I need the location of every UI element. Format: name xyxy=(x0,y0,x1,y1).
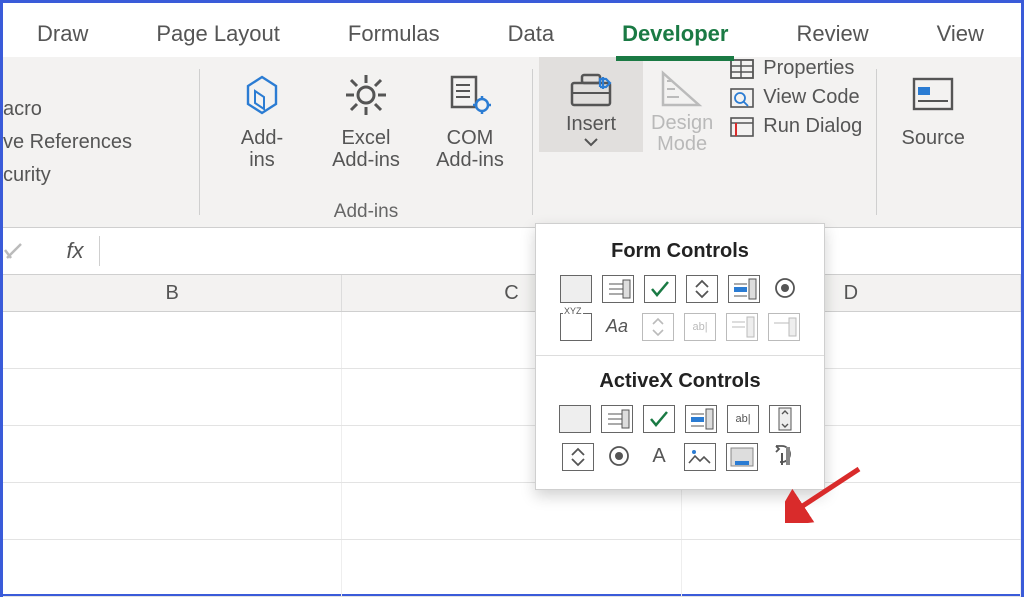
form-option-icon[interactable] xyxy=(770,275,800,301)
code-group-partial: acro ve References curity xyxy=(3,57,193,227)
tab-data[interactable]: Data xyxy=(504,21,558,57)
tab-developer[interactable]: Developer xyxy=(618,21,732,57)
grid-rows[interactable] xyxy=(3,312,1021,597)
macro-security-partial[interactable]: curity xyxy=(3,164,193,187)
form-checkbox-icon[interactable] xyxy=(644,275,676,303)
form-dropdown-disabled-icon xyxy=(768,313,800,341)
controls-command-list: Properties View Code Run Dialog xyxy=(721,57,870,138)
ribbon-body: acro ve References curity Add- ins Excel… xyxy=(3,57,1021,228)
ax-combobox-icon[interactable] xyxy=(601,405,633,433)
design-mode-button[interactable]: Design Mode xyxy=(643,57,721,165)
gear-icon xyxy=(342,67,390,123)
list-gear-icon xyxy=(446,67,494,123)
addins-group: Add- ins Excel Add-ins COM Add-ins Add-i… xyxy=(206,57,526,227)
source-pane-icon xyxy=(908,67,958,123)
grid-row[interactable] xyxy=(3,369,1021,426)
activex-controls-row2: A xyxy=(550,443,810,471)
run-dialog-button[interactable]: Run Dialog xyxy=(729,115,862,138)
tab-draw[interactable]: Draw xyxy=(33,21,92,57)
form-combobox-icon[interactable] xyxy=(602,275,634,303)
ax-scrollbar-icon[interactable] xyxy=(769,405,801,433)
ax-toggle-icon[interactable] xyxy=(726,443,758,471)
form-textfield-icon: ab| xyxy=(684,313,716,341)
grid-row[interactable] xyxy=(3,312,1021,369)
form-combo-disabled-icon xyxy=(726,313,758,341)
tab-view[interactable]: View xyxy=(933,21,988,57)
separator xyxy=(532,69,533,215)
source-button[interactable]: Source xyxy=(893,67,973,149)
ribbon-tabs: Draw Page Layout Formulas Data Developer… xyxy=(3,3,1021,57)
activex-controls-header: ActiveX Controls xyxy=(550,370,810,393)
form-listbox-icon[interactable] xyxy=(728,275,760,303)
column-headers[interactable]: B C D xyxy=(3,275,1021,312)
ruler-triangle-icon xyxy=(657,67,707,111)
com-addins-button[interactable]: COM Add-ins xyxy=(425,67,515,171)
tab-page-layout[interactable]: Page Layout xyxy=(152,21,284,57)
grid-row[interactable] xyxy=(3,483,1021,540)
dialog-run-icon xyxy=(729,116,755,138)
ax-command-icon[interactable] xyxy=(559,405,591,433)
view-code-button[interactable]: View Code xyxy=(729,86,862,109)
dropdown-separator xyxy=(536,355,824,356)
tab-formulas[interactable]: Formulas xyxy=(344,21,444,57)
cancel-icon[interactable] xyxy=(3,242,51,260)
form-button-icon[interactable] xyxy=(560,275,592,303)
separator xyxy=(876,69,877,215)
formula-bar: fx xyxy=(3,228,1021,275)
form-spin-icon[interactable] xyxy=(686,275,718,303)
excel-addins-button[interactable]: Excel Add-ins xyxy=(321,67,411,171)
xml-group: Source xyxy=(883,57,983,227)
ax-checkbox-icon[interactable] xyxy=(643,405,675,433)
ax-label-icon[interactable]: A xyxy=(644,443,674,469)
ax-option-icon[interactable] xyxy=(604,443,634,469)
insert-controls-dropdown: Form Controls XYZ Aa ab| ActiveX Control… xyxy=(535,223,825,490)
record-macro-partial[interactable]: acro xyxy=(3,98,193,121)
toolbox-icon xyxy=(566,67,616,111)
chevron-down-icon xyxy=(583,136,599,148)
col-header-b[interactable]: B xyxy=(3,275,342,311)
ax-spin-icon[interactable] xyxy=(562,443,594,471)
relative-references-partial[interactable]: ve References xyxy=(3,131,193,154)
addins-button[interactable]: Add- ins xyxy=(217,67,307,171)
grid-row[interactable] xyxy=(3,540,1021,597)
form-controls-row1 xyxy=(550,275,810,303)
grid-row[interactable] xyxy=(3,426,1021,483)
ax-more-controls-icon[interactable] xyxy=(768,443,798,469)
form-groupbox-icon[interactable]: XYZ xyxy=(560,313,592,341)
form-controls-row2: XYZ Aa ab| xyxy=(550,313,810,341)
addins-group-label: Add-ins xyxy=(334,201,398,223)
separator xyxy=(199,69,200,215)
properties-button[interactable]: Properties xyxy=(729,57,862,80)
worksheet[interactable]: B C D xyxy=(3,275,1021,597)
form-controls-header: Form Controls xyxy=(550,240,810,263)
ax-listbox-icon[interactable] xyxy=(685,405,717,433)
form-scrollbar-icon xyxy=(642,313,674,341)
form-label-icon[interactable]: Aa xyxy=(602,313,632,339)
insert-controls-button[interactable]: Insert xyxy=(539,57,643,152)
hexagon-icon xyxy=(240,67,284,123)
tab-review[interactable]: Review xyxy=(792,21,872,57)
ax-textbox-icon[interactable]: ab| xyxy=(727,405,759,433)
activex-controls-row1: ab| xyxy=(550,405,810,433)
fx-button[interactable]: fx xyxy=(51,238,99,264)
ax-image-icon[interactable] xyxy=(684,443,716,471)
magnifier-icon xyxy=(729,87,755,109)
